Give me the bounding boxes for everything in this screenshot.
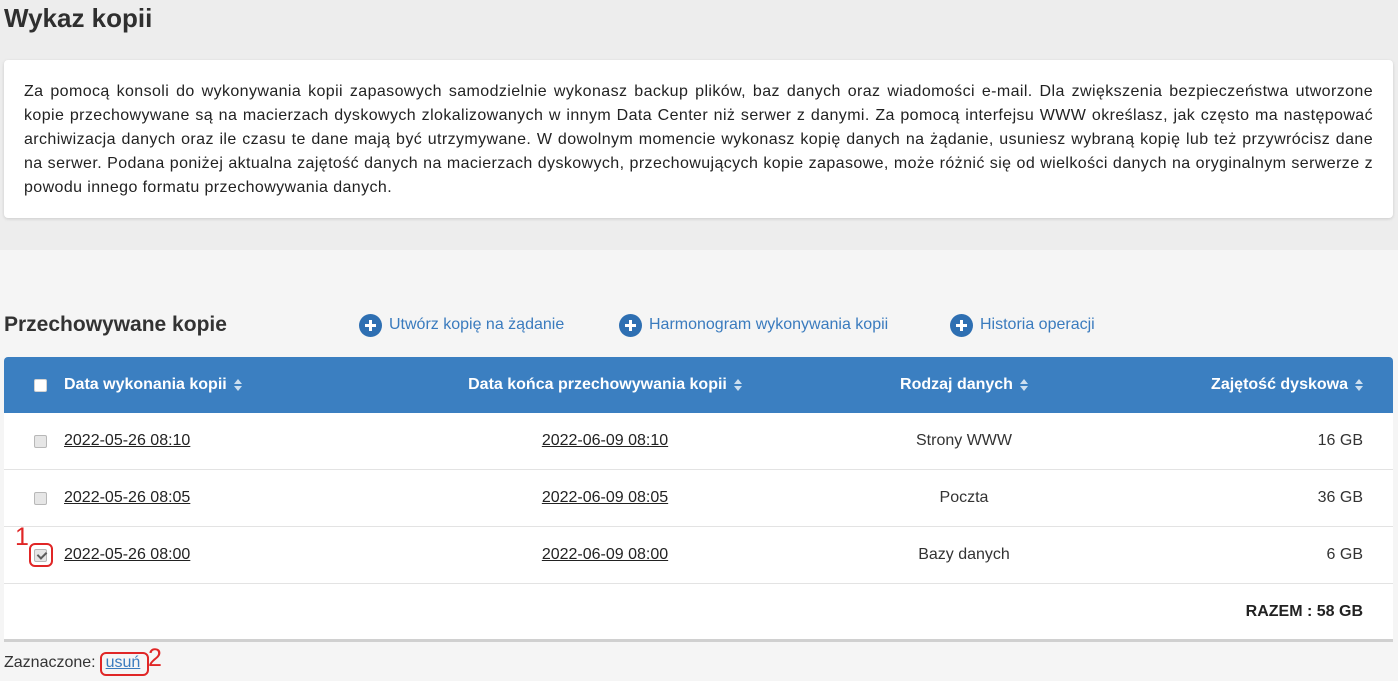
plus-circle-icon	[619, 313, 642, 337]
info-panel: Za pomocą konsoli do wykonywania kopii z…	[4, 60, 1393, 218]
row-select-cell	[4, 527, 64, 583]
table-row: 2022-05-26 08:05 2022-06-09 08:05 Poczta…	[4, 470, 1393, 527]
column-header-type[interactable]: Rodzaj danych	[790, 357, 1138, 413]
size-cell: 16 GB	[1138, 413, 1393, 469]
disk-usage: 6 GB	[1326, 546, 1363, 563]
create-backup-label: Utwórz kopię na żądanie	[389, 316, 565, 333]
type-cell: Bazy danych	[790, 527, 1138, 583]
table-row: 2022-05-26 08:00 2022-06-09 08:00 Bazy d…	[4, 527, 1393, 584]
expiry-date-link[interactable]: 2022-06-09 08:05	[542, 489, 668, 507]
column-header-label: Rodzaj danych	[900, 376, 1013, 393]
data-type: Bazy danych	[918, 546, 1010, 563]
size-cell: 36 GB	[1138, 470, 1393, 526]
disk-usage: 36 GB	[1317, 489, 1363, 506]
select-all-checkbox[interactable]	[34, 378, 47, 392]
row-checkbox[interactable]	[34, 491, 47, 505]
created-cell: 2022-05-26 08:10	[64, 413, 420, 469]
row-select-cell	[4, 413, 64, 469]
plus-circle-icon	[950, 313, 973, 337]
column-header-label: Data końca przechowywania kopii	[468, 376, 727, 393]
total-usage: RAZEM : 58 GB	[1245, 602, 1363, 620]
delete-selected-link[interactable]: usuń	[106, 651, 141, 675]
operation-history-label: Historia operacji	[980, 316, 1095, 333]
create-backup-button[interactable]: Utwórz kopię na żądanie	[359, 313, 564, 337]
created-cell: 2022-05-26 08:00	[64, 527, 420, 583]
table-row: 2022-05-26 08:10 2022-06-09 08:10 Strony…	[4, 413, 1393, 470]
expires-cell: 2022-06-09 08:05	[420, 470, 790, 526]
column-header-label: Data wykonania kopii	[64, 376, 227, 393]
column-header-size[interactable]: Zajętość dyskowa	[1138, 357, 1393, 413]
table-footer: RAZEM : 58 GB	[4, 584, 1393, 642]
backup-date-link[interactable]: 2022-05-26 08:05	[64, 489, 190, 507]
data-type: Poczta	[939, 489, 989, 506]
expiry-date-link[interactable]: 2022-06-09 08:00	[542, 546, 668, 564]
table-header: Data wykonania kopii Data końca przechow…	[4, 357, 1393, 413]
backup-date-link[interactable]: 2022-05-26 08:10	[64, 432, 190, 450]
backup-schedule-label: Harmonogram wykonywania kopii	[649, 316, 889, 333]
disk-usage: 16 GB	[1317, 432, 1363, 449]
expires-cell: 2022-06-09 08:10	[420, 413, 790, 469]
backup-date-link[interactable]: 2022-05-26 08:00	[64, 546, 190, 564]
expires-cell: 2022-06-09 08:00	[420, 527, 790, 583]
row-checkbox[interactable]	[34, 548, 47, 562]
backup-schedule-button[interactable]: Harmonogram wykonywania kopii	[619, 313, 888, 337]
data-type: Strony WWW	[916, 432, 1012, 449]
plus-circle-icon	[359, 313, 382, 337]
operation-history-button[interactable]: Historia operacji	[950, 313, 1095, 337]
column-header-created[interactable]: Data wykonania kopii	[64, 357, 420, 413]
row-checkbox[interactable]	[34, 434, 47, 448]
info-text: Za pomocą konsoli do wykonywania kopii z…	[24, 83, 1373, 196]
page-title: Wykaz kopii	[4, 3, 153, 33]
expiry-date-link[interactable]: 2022-06-09 08:10	[542, 432, 668, 450]
annotation-label: 2	[148, 644, 162, 672]
sort-icon	[1019, 379, 1028, 391]
annotation-label: 1	[15, 523, 29, 551]
row-select-cell	[4, 470, 64, 526]
size-cell: 6 GB	[1138, 527, 1393, 583]
backups-table: Data wykonania kopii Data końca przechow…	[4, 357, 1393, 642]
created-cell: 2022-05-26 08:05	[64, 470, 420, 526]
selection-actions: Zaznaczone: usuń	[4, 651, 140, 675]
column-header-expires[interactable]: Data końca przechowywania kopii	[420, 357, 790, 413]
section-title: Przechowywane kopie	[4, 313, 227, 336]
type-cell: Strony WWW	[790, 413, 1138, 469]
select-all-cell	[4, 357, 64, 413]
sort-icon	[233, 379, 242, 391]
type-cell: Poczta	[790, 470, 1138, 526]
sort-icon	[733, 379, 742, 391]
selection-label: Zaznaczone:	[4, 654, 96, 671]
column-header-label: Zajętość dyskowa	[1211, 376, 1348, 393]
sort-icon	[1355, 379, 1363, 391]
